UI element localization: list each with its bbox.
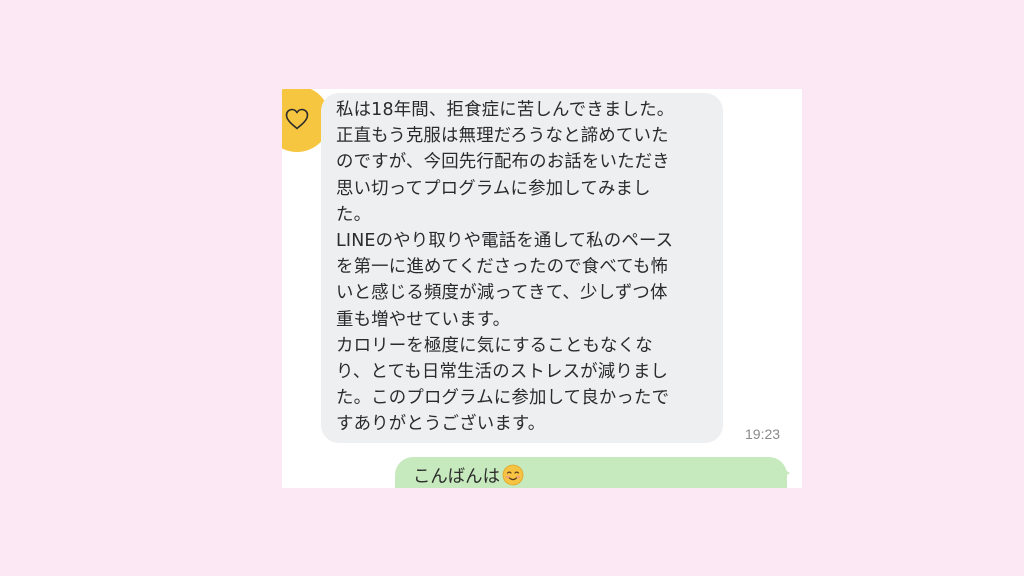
message-line: り、とても日常生活のストレスが減りまし xyxy=(336,362,669,383)
message-line: た。 xyxy=(336,204,372,225)
message-timestamp: 19:23 xyxy=(745,426,781,442)
message-line: 正直もう克服は無理だろうなと諦めていた xyxy=(336,126,669,147)
message-line: LINEのやり取りや電話を通して私のペース xyxy=(336,231,674,252)
smiling-face-emoji-icon xyxy=(502,464,524,486)
message-line: のですが、今回先行配布のお話をいただき xyxy=(336,152,670,173)
message-line: 私は18年間、拒食症に苦しんできました。 xyxy=(336,100,675,120)
message-line: カロリーを極度に気にすることもなくな xyxy=(336,335,653,356)
message-line: 重も増やせています。 xyxy=(336,309,511,330)
message-line: を第一に進めてくださったので食べても怖 xyxy=(336,257,669,278)
outgoing-message-label: こんばんは xyxy=(413,467,500,487)
outgoing-message-text: こんばんは xyxy=(413,464,524,488)
outgoing-message-bubble[interactable]: こんばんは xyxy=(395,457,787,488)
message-line: いと感じる頻度が減ってきて、少しずつ体 xyxy=(336,283,668,304)
message-line: た。このプログラムに参加して良かったで xyxy=(336,388,670,409)
incoming-message-bubble[interactable]: 私は18年間、拒食症に苦しんできました。 正直もう克服は無理だろうなと諦めていたの… xyxy=(321,93,723,443)
heart-icon xyxy=(285,108,309,130)
message-line: すありがとうございます。 xyxy=(336,414,546,435)
chat-panel: 私は18年間、拒食症に苦しんできました。 正直もう克服は無理だろうなと諦めていたの… xyxy=(282,89,802,488)
message-line: 思い切ってプログラムに参加してみまし xyxy=(336,178,651,199)
incoming-message-text: 私は18年間、拒食症に苦しんできました。 正直もう克服は無理だろうなと諦めていたの… xyxy=(336,97,711,438)
